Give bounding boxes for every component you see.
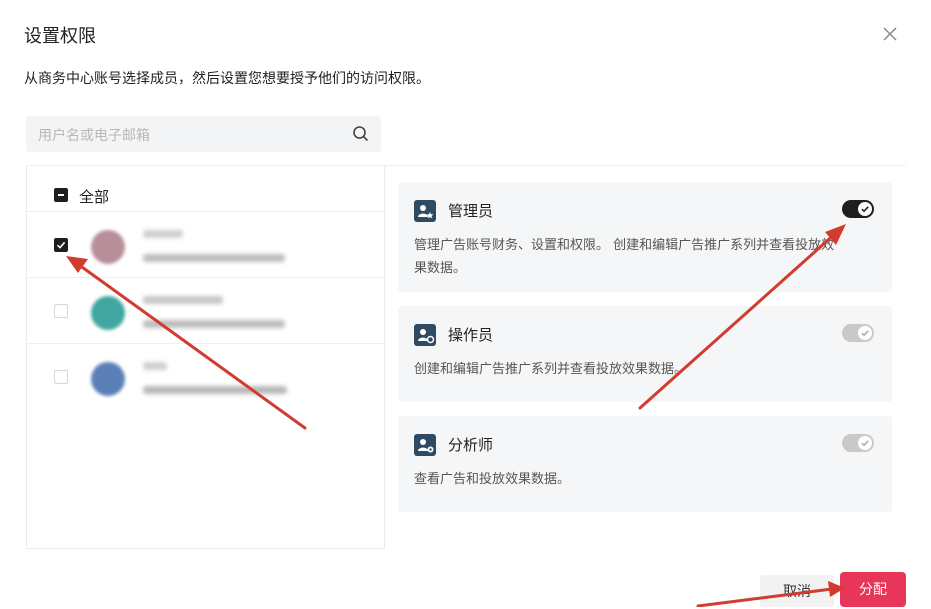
analyst-role-icon	[414, 434, 436, 456]
operator-role-icon	[414, 324, 436, 346]
permissions-dialog: 设置权限 从商务中心账号选择成员，然后设置您想要授予他们的访问权限。 用户名或电…	[0, 0, 931, 607]
select-all-row[interactable]: 全部	[27, 174, 384, 214]
role-name: 管理员	[448, 202, 494, 220]
role-name: 操作员	[448, 326, 494, 344]
search-icon	[353, 126, 369, 142]
member-list: 全部	[26, 166, 385, 549]
member-name-redacted	[143, 230, 183, 238]
admin-role-toggle[interactable]	[842, 200, 874, 218]
cancel-button[interactable]: 取消	[760, 575, 834, 607]
avatar	[91, 296, 125, 330]
member-row[interactable]	[27, 277, 384, 344]
dialog-subtitle: 从商务中心账号选择成员，然后设置您想要授予他们的访问权限。	[24, 71, 430, 87]
role-description: 查看广告和投放效果数据。	[414, 472, 571, 487]
member-checkbox[interactable]	[54, 370, 68, 384]
role-name: 分析师	[448, 436, 494, 454]
member-email-redacted	[143, 386, 287, 394]
avatar	[91, 362, 125, 396]
role-description: 创建和编辑广告推广系列并查看投放效果数据。	[414, 362, 688, 377]
member-row[interactable]	[27, 343, 384, 410]
role-card-operator[interactable]: 操作员 创建和编辑广告推广系列并查看投放效果数据。	[398, 306, 892, 402]
member-name-redacted	[143, 362, 167, 370]
role-card-analyst[interactable]: 分析师 查看广告和投放效果数据。	[398, 416, 892, 512]
member-name-redacted	[143, 296, 223, 304]
select-all-label: 全部	[79, 188, 110, 206]
search-placeholder: 用户名或电子邮箱	[38, 128, 150, 144]
dialog-title: 设置权限	[24, 26, 96, 47]
close-button[interactable]	[880, 24, 900, 44]
member-checkbox[interactable]	[54, 238, 68, 252]
search-input[interactable]: 用户名或电子邮箱	[26, 116, 381, 152]
member-email-redacted	[143, 254, 285, 262]
member-row[interactable]	[27, 211, 384, 278]
assign-button[interactable]: 分配	[840, 572, 906, 607]
role-description: 管理广告账号财务、设置和权限。 创建和编辑广告推广系列并查看投放效果数据。	[414, 238, 835, 276]
operator-role-toggle[interactable]	[842, 324, 874, 342]
member-checkbox[interactable]	[54, 304, 68, 318]
avatar	[91, 230, 125, 264]
close-icon	[883, 27, 897, 41]
member-email-redacted	[143, 320, 285, 328]
analyst-role-toggle[interactable]	[842, 434, 874, 452]
role-card-admin[interactable]: 管理员 管理广告账号财务、设置和权限。 创建和编辑广告推广系列并查看投放效果数据…	[398, 182, 892, 292]
select-all-checkbox[interactable]	[54, 188, 68, 202]
admin-role-icon	[414, 200, 436, 222]
